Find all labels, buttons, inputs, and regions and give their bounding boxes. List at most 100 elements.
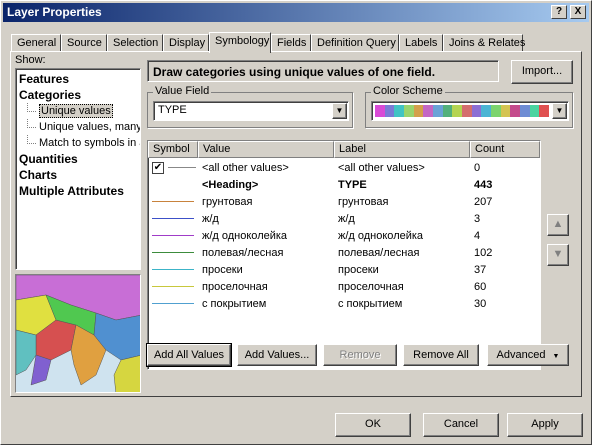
line-symbol-swatch [152, 218, 194, 219]
line-symbol-swatch [152, 286, 194, 287]
column-header-label[interactable]: Label [334, 141, 470, 158]
value-field-label: Value Field [153, 85, 212, 97]
checkbox[interactable]: ✔ [152, 162, 164, 174]
layer-properties-dialog: Layer Properties ? X General Source Select… [0, 0, 592, 445]
color-ramp-swatch [404, 105, 414, 117]
color-ramp-swatch [471, 105, 482, 117]
value-cell: проселочная [202, 281, 268, 293]
symbol-cell[interactable] [148, 262, 198, 278]
ok-button[interactable]: OK [335, 413, 411, 437]
tab-display[interactable]: Display [163, 34, 209, 52]
value-cell: ж/д одноколейка [202, 230, 288, 242]
value-cell: <all other values> [202, 162, 289, 174]
count-cell: 443 [474, 179, 493, 191]
line-symbol-swatch [168, 167, 196, 168]
color-ramp-swatch [491, 105, 501, 117]
help-button[interactable]: ? [551, 5, 567, 19]
show-tree-item[interactable]: Unique values, many fields [19, 119, 140, 135]
preview-map [15, 274, 141, 393]
table-row[interactable]: просеки просеки 37 [148, 262, 540, 278]
window-title: Layer Properties [7, 5, 102, 19]
tab-source[interactable]: Source [61, 34, 107, 52]
table-row[interactable]: грунтовая грунтовая 207 [148, 194, 540, 210]
show-tree-item[interactable]: Categories [19, 87, 137, 103]
tab-general[interactable]: General [11, 34, 61, 52]
color-ramp-swatch [481, 105, 492, 117]
help-icon: ? [555, 6, 563, 17]
tab-fields[interactable]: Fields [271, 34, 311, 52]
label-cell: с покрытием [338, 298, 403, 310]
table-row[interactable]: ж/д одноколейка ж/д одноколейка 4 [148, 228, 540, 244]
count-cell: 60 [474, 281, 487, 293]
show-tree-item[interactable]: Match to symbols in a style [19, 135, 140, 151]
table-row[interactable]: ✔ <all other values> <all other values> 0 [148, 160, 540, 176]
tree-connector [27, 119, 36, 128]
tab-symbology[interactable]: Symbology [209, 32, 271, 53]
show-tree-item[interactable]: Features [19, 71, 137, 87]
tab-selection[interactable]: Selection [107, 34, 163, 52]
add-all-values-button[interactable]: Add All Values [146, 343, 232, 367]
label-cell: ж/д одноколейка [338, 230, 424, 242]
color-ramp-swatch [384, 105, 395, 117]
add-values-button[interactable]: Add Values... [237, 344, 317, 366]
advanced-button[interactable]: Advanced ▼ [487, 344, 569, 366]
move-up-button[interactable]: ▲ [547, 214, 569, 236]
tab-joins-relates[interactable]: Joins & Relates [443, 34, 525, 52]
value-field-select[interactable]: TYPE ▼ [153, 101, 349, 121]
show-tree-item[interactable]: Unique values [19, 103, 137, 119]
symbol-cell[interactable] [148, 177, 198, 193]
column-header-count[interactable]: Count [470, 141, 540, 158]
show-label: Show: [15, 54, 46, 66]
symbol-cell[interactable] [148, 211, 198, 227]
label-cell: TYPE [338, 179, 367, 191]
remove-button[interactable]: Remove [323, 344, 397, 366]
table-row[interactable]: <Heading> TYPE 443 [148, 177, 540, 193]
symbol-cell[interactable] [148, 279, 198, 295]
symbol-cell[interactable]: ✔ [148, 160, 198, 176]
label-cell: проселочная [338, 281, 404, 293]
table-row[interactable]: ж/д ж/д 3 [148, 211, 540, 227]
move-down-button[interactable]: ▼ [547, 244, 569, 266]
value-cell: <Heading> [202, 179, 259, 191]
line-symbol-swatch [152, 269, 194, 270]
count-cell: 4 [474, 230, 481, 242]
table-row[interactable]: с покрытием с покрытием 30 [148, 296, 540, 312]
tab-definition-query[interactable]: Definition Query [311, 34, 399, 52]
symbol-cell[interactable] [148, 194, 198, 210]
chevron-down-icon[interactable]: ▼ [552, 103, 567, 119]
show-tree: Features Categories Unique values Unique va… [15, 68, 141, 270]
chevron-down-icon[interactable]: ▼ [332, 103, 347, 119]
tree-connector [27, 103, 36, 112]
color-ramp-swatch [423, 105, 434, 117]
dropdown-arrow-icon: ▼ [552, 353, 560, 360]
color-ramp-swatch [462, 105, 472, 117]
remove-all-button[interactable]: Remove All [403, 344, 479, 366]
show-tree-item[interactable]: Multiple Attributes [19, 183, 137, 199]
tab-labels[interactable]: Labels [399, 34, 443, 52]
values-table[interactable]: Symbol Value Label Count ✔ <all other values>… [147, 140, 541, 370]
symbol-cell[interactable] [148, 228, 198, 244]
import-button[interactable]: Import... [511, 60, 573, 84]
column-header-symbol[interactable]: Symbol [148, 141, 198, 158]
value-cell: с покрытием [202, 298, 267, 310]
arrow-down-icon: ▼ [552, 248, 564, 260]
column-header-value[interactable]: Value [198, 141, 334, 158]
show-tree-item[interactable]: Charts [19, 167, 137, 183]
color-ramp [375, 105, 550, 117]
close-icon: X [574, 6, 582, 17]
apply-button[interactable]: Apply [507, 413, 583, 437]
value-cell: полевая/лесная [202, 247, 284, 259]
show-tree-item[interactable]: Quantities [19, 151, 137, 167]
count-cell: 30 [474, 298, 487, 310]
symbol-cell[interactable] [148, 296, 198, 312]
color-scheme-select[interactable]: ▼ [371, 101, 569, 121]
symbol-cell[interactable] [148, 245, 198, 261]
color-ramp-swatch [413, 105, 424, 117]
cancel-button[interactable]: Cancel [423, 413, 499, 437]
label-cell: грунтовая [338, 196, 389, 208]
close-button[interactable]: X [570, 5, 586, 19]
table-row[interactable]: полевая/лесная полевая/лесная 102 [148, 245, 540, 261]
color-scheme-label: Color Scheme [371, 85, 445, 97]
table-row[interactable]: проселочная проселочная 60 [148, 279, 540, 295]
title-bar[interactable]: Layer Properties [3, 3, 589, 22]
